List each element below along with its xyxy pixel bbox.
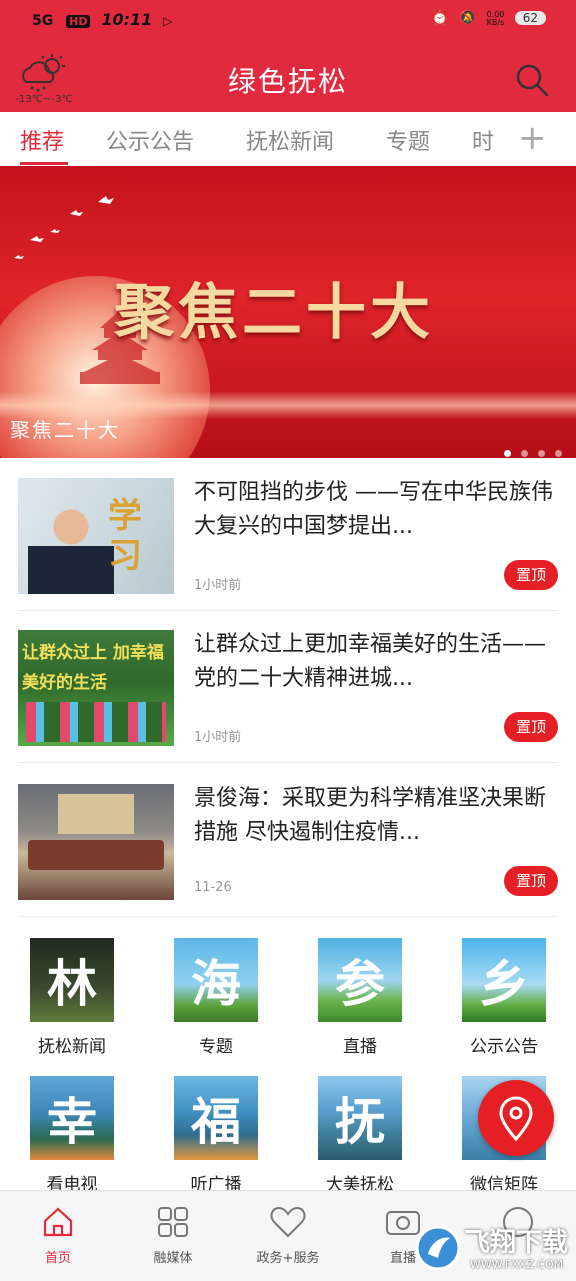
grid-item-announcements[interactable]: 乡 公示公告 bbox=[449, 938, 559, 1057]
grid-item-radio[interactable]: 福 听广播 bbox=[161, 1076, 271, 1195]
meeting-curtain-graphic bbox=[58, 794, 134, 834]
watermark-logo-icon bbox=[415, 1225, 461, 1271]
tabbar-label: 首页 bbox=[44, 1251, 71, 1266]
tab-fusong-news[interactable]: 抚松新闻 bbox=[246, 124, 334, 156]
tabbar-label: 融媒体 bbox=[153, 1251, 193, 1266]
meeting-table-graphic bbox=[28, 840, 164, 870]
tile-sea: 海 bbox=[174, 938, 258, 1022]
heart-icon bbox=[270, 1206, 306, 1238]
page-title: 绿色抚松 bbox=[227, 65, 348, 98]
thumb-study-text: 学习 bbox=[108, 496, 142, 576]
news-time: 1小时前 bbox=[194, 730, 242, 745]
home-icon bbox=[43, 1207, 73, 1237]
hero-banner[interactable]: 聚焦二十大 聚焦二十大 bbox=[0, 166, 576, 458]
tile-ginseng: 参 bbox=[318, 938, 402, 1022]
pinned-badge: 置顶 bbox=[504, 712, 558, 742]
tabbar-media[interactable]: 融媒体 bbox=[118, 1205, 228, 1266]
dancers-graphic bbox=[26, 702, 166, 742]
tabbar-label: 政务+服务 bbox=[256, 1251, 320, 1266]
tile-fusong: 抚 bbox=[318, 1076, 402, 1160]
play-icon: ▷ bbox=[163, 14, 173, 28]
grid-item-watch-tv[interactable]: 幸 看电视 bbox=[17, 1076, 127, 1195]
location-pin-icon bbox=[499, 1096, 533, 1142]
active-tab-indicator bbox=[20, 162, 68, 165]
grid-label: 抚松新闻 bbox=[38, 1037, 106, 1057]
watermark-title: 飞翔下载 bbox=[464, 1228, 569, 1258]
tab-announcements[interactable]: 公示公告 bbox=[106, 124, 194, 156]
grid-item-topics[interactable]: 海 专题 bbox=[161, 938, 271, 1057]
news-title: 景俊海：采取更为科学精准坚决果断措施 尽快遏制住疫情... bbox=[194, 786, 547, 845]
mute-icon: 🔕 bbox=[459, 10, 477, 26]
tab-recommend[interactable]: 推荐 bbox=[20, 124, 64, 156]
tile-forest: 林 bbox=[30, 938, 114, 1022]
news-item[interactable]: 让群众过上 加幸福美好的生活 让群众过上更加幸福美好的生活——党的二十大精神进城… bbox=[18, 628, 558, 763]
network-indicator: 5G bbox=[32, 13, 54, 29]
news-thumbnail: 学习 bbox=[18, 478, 174, 594]
grid-label: 专题 bbox=[199, 1037, 233, 1057]
carousel-dot[interactable] bbox=[521, 450, 528, 457]
news-time: 11-26 bbox=[194, 880, 232, 895]
carousel-dots bbox=[494, 442, 562, 458]
news-title: 让群众过上更加幸福美好的生活——党的二十大精神进城... bbox=[194, 632, 547, 691]
tile-happiness: 幸 bbox=[30, 1076, 114, 1160]
status-right: ⏰ 🔕 0.00 KB/s 62 bbox=[431, 10, 546, 27]
watermark-url: WWW.FXXZ.COM bbox=[470, 1258, 564, 1271]
grid-item-live[interactable]: 参 直播 bbox=[305, 938, 415, 1057]
pinned-badge: 置顶 bbox=[504, 866, 558, 896]
status-bar: 5G HD 10:11 ▷ ⏰ 🔕 0.00 KB/s 62 bbox=[0, 0, 576, 44]
grid-item-beautiful-fusong[interactable]: 抚 大美抚松 bbox=[305, 1076, 415, 1195]
banner-caption: 聚焦二十大 bbox=[10, 418, 120, 442]
clock: 10:11 bbox=[101, 10, 153, 29]
news-item[interactable]: 学习 不可阻挡的步伐 ——写在中华民族伟大复兴的中国梦提出... 1小时前 置顶 bbox=[18, 476, 558, 611]
grid-icon bbox=[158, 1207, 188, 1237]
news-thumbnail: 让群众过上 加幸福美好的生活 bbox=[18, 630, 174, 746]
news-title: 不可阻挡的步伐 ——写在中华民族伟大复兴的中国梦提出... bbox=[194, 480, 553, 539]
pinned-badge: 置顶 bbox=[504, 560, 558, 590]
carousel-dot[interactable] bbox=[504, 450, 511, 457]
location-fab[interactable] bbox=[478, 1080, 554, 1156]
alarm-icon: ⏰ bbox=[431, 10, 449, 26]
person-silhouette bbox=[28, 504, 114, 594]
news-time: 1小时前 bbox=[194, 578, 242, 593]
birds-graphic bbox=[14, 196, 114, 259]
search-icon[interactable] bbox=[514, 62, 550, 98]
grid-label: 直播 bbox=[343, 1037, 377, 1057]
status-left: 5G HD 10:11 ▷ bbox=[32, 10, 172, 29]
news-item[interactable]: 景俊海：采取更为科学精准坚决果断措施 尽快遏制住疫情... 11-26 置顶 bbox=[18, 782, 558, 917]
carousel-dot[interactable] bbox=[538, 450, 545, 457]
tabbar-home[interactable]: 首页 bbox=[3, 1205, 113, 1266]
tile-village: 乡 bbox=[462, 938, 546, 1022]
banner-headline: 聚焦二十大 bbox=[114, 278, 434, 348]
thumb-banner-text: 让群众过上 加幸福美好的生活 bbox=[22, 643, 164, 693]
net-speed: 0.00 KB/s bbox=[486, 9, 505, 27]
app-header: -13℃~-3℃ 绿色抚松 bbox=[0, 44, 576, 112]
carousel-dot[interactable] bbox=[555, 450, 562, 457]
add-tab-icon[interactable]: + bbox=[518, 118, 547, 158]
tabbar-services[interactable]: 政务+服务 bbox=[233, 1205, 343, 1266]
grid-label: 公示公告 bbox=[470, 1037, 538, 1057]
grid-item-fusong-news[interactable]: 林 抚松新闻 bbox=[17, 938, 127, 1057]
tab-partial[interactable]: 时 bbox=[472, 124, 494, 156]
hd-badge: HD bbox=[66, 15, 91, 28]
tab-topics[interactable]: 专题 bbox=[386, 124, 430, 156]
news-thumbnail bbox=[18, 784, 174, 900]
tile-fortune: 福 bbox=[174, 1076, 258, 1160]
battery-indicator: 62 bbox=[514, 11, 546, 25]
category-tabs: 推荐 公示公告 抚松新闻 专题 时 + bbox=[0, 112, 576, 167]
site-watermark: 飞翔下载 WWW.FXXZ.COM bbox=[410, 1218, 576, 1280]
